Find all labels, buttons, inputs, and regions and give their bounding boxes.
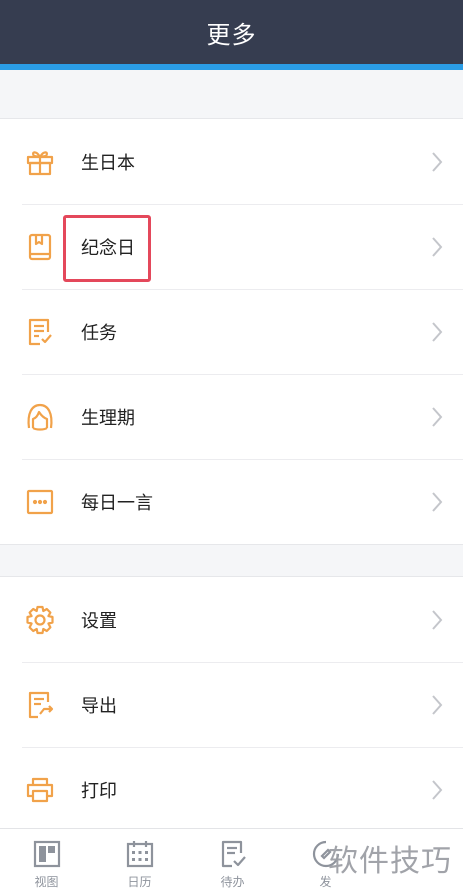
gift-icon (26, 150, 54, 175)
menu-item-label: 每日一言 (81, 492, 153, 514)
export-icon (28, 691, 54, 718)
menu-item-label: 打印 (81, 780, 117, 802)
tab-view[interactable]: 视图 (0, 829, 93, 892)
chevron-right-icon (432, 694, 443, 715)
quote-dots-icon (26, 489, 54, 514)
tab-calendar[interactable]: 日历 (93, 829, 186, 892)
menu-item-anniversary[interactable]: 纪念日 (0, 204, 463, 289)
menu-group-tools: 设置 导出 打印 (0, 576, 463, 833)
page-title: 更多 (206, 20, 257, 49)
layout-icon (33, 840, 60, 868)
printer-icon (26, 777, 54, 802)
header-accent-bar (0, 64, 463, 70)
menu-item-label: 任务 (81, 322, 117, 344)
task-list-icon (28, 318, 52, 345)
girl-face-icon (27, 403, 53, 431)
menu-item-label: 生理期 (81, 407, 135, 429)
menu-item-label: 生日本 (81, 152, 135, 174)
menu-item-print[interactable]: 打印 (0, 747, 463, 832)
chevron-right-icon (432, 151, 443, 172)
menu-item-label: 设置 (81, 610, 117, 632)
tab-label: 待办 (220, 875, 245, 889)
watermark-text: 软件技巧 (328, 844, 452, 879)
chevron-right-icon (432, 236, 443, 257)
menu-item-export[interactable]: 导出 (0, 662, 463, 747)
chevron-right-icon (432, 406, 443, 427)
menu-item-label: 导出 (81, 695, 117, 717)
gear-icon (26, 605, 54, 634)
tab-label: 视图 (34, 875, 59, 889)
menu-item-tasks[interactable]: 任务 (0, 289, 463, 374)
tab-todo[interactable]: 待办 (186, 829, 279, 892)
book-icon (28, 233, 52, 260)
calendar-icon (126, 841, 153, 868)
tab-label: 日历 (127, 875, 152, 889)
chevron-right-icon (432, 491, 443, 512)
menu-item-daily-quote[interactable]: 每日一言 (0, 459, 463, 544)
chevron-right-icon (432, 321, 443, 342)
menu-item-birthday-book[interactable]: 生日本 (0, 119, 463, 204)
chevron-right-icon (432, 779, 443, 800)
menu-item-settings[interactable]: 设置 (0, 577, 463, 662)
menu-item-label: 纪念日 (81, 237, 135, 259)
menu-group-main: 生日本 纪念日 任务 生理期 每日一言 (0, 118, 463, 545)
app-header: 更多 (0, 0, 463, 64)
menu-item-period[interactable]: 生理期 (0, 374, 463, 459)
todo-icon (221, 840, 246, 868)
chevron-right-icon (432, 609, 443, 630)
